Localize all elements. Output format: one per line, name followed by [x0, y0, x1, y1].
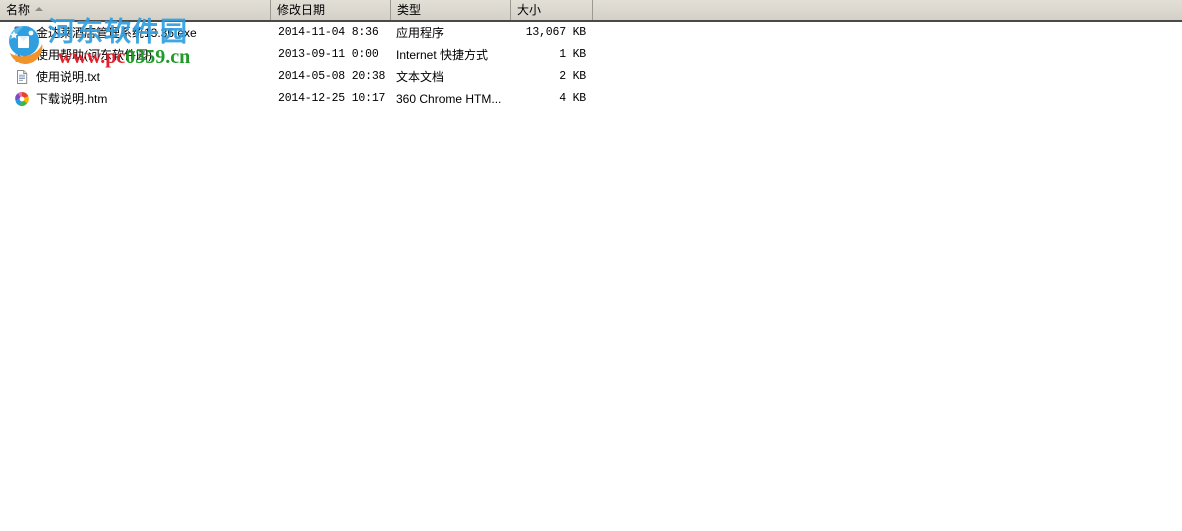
table-row[interactable]: 使用帮助(河东软件园) 2013-09-11 0:00 Internet 快捷方…	[0, 44, 1182, 66]
file-rows: 金达莱酒店管理系统13.36.exe 2014-11-04 8:36 应用程序 …	[0, 22, 1182, 110]
file-date-cell: 2014-11-04 8:36	[278, 26, 379, 39]
file-name-label: 下载说明.htm	[36, 92, 108, 106]
column-header-date[interactable]: 修改日期	[270, 0, 390, 20]
file-name-cell[interactable]: 下载说明.htm	[14, 88, 270, 110]
file-name-cell[interactable]: 使用说明.txt	[14, 66, 270, 88]
file-type-cell: 360 Chrome HTM...	[396, 92, 502, 106]
internet-shortcut-icon	[14, 47, 30, 63]
file-name-label: 使用帮助(河东软件园)	[36, 48, 152, 62]
file-name-cell[interactable]: 使用帮助(河东软件园)	[14, 44, 270, 66]
column-header-size[interactable]: 大小	[510, 0, 592, 20]
column-header-type-label: 类型	[397, 3, 422, 17]
file-type-cell: 文本文档	[396, 70, 445, 84]
column-header-type[interactable]: 类型	[390, 0, 510, 20]
file-size-cell: 4 KB	[559, 92, 586, 105]
sort-ascending-icon	[35, 7, 44, 11]
file-date-cell: 2013-09-11 0:00	[278, 48, 379, 61]
column-header-size-label: 大小	[517, 3, 542, 17]
file-type-cell: Internet 快捷方式	[396, 48, 489, 62]
table-row[interactable]: 下载说明.htm 2014-12-25 10:17 360 Chrome HTM…	[0, 88, 1182, 110]
file-date-cell: 2014-12-25 10:17	[278, 92, 386, 105]
column-header-date-label: 修改日期	[277, 3, 326, 17]
table-row[interactable]: 使用说明.txt 2014-05-08 20:38 文本文档 2 KB	[0, 66, 1182, 88]
column-header-filler	[592, 0, 1182, 20]
file-date-cell: 2014-05-08 20:38	[278, 70, 386, 83]
file-name-cell[interactable]: 金达莱酒店管理系统13.36.exe	[14, 22, 270, 44]
file-size-cell: 1 KB	[559, 48, 586, 61]
file-type-cell: 应用程序	[396, 26, 445, 40]
table-row[interactable]: 金达莱酒店管理系统13.36.exe 2014-11-04 8:36 应用程序 …	[0, 22, 1182, 44]
column-header-name[interactable]: 名称	[0, 0, 270, 20]
text-document-icon	[14, 69, 30, 85]
application-exe-icon	[14, 25, 30, 41]
file-list-view: 名称 修改日期 类型 大小 金达莱酒店管理系统13.36.exe 2014-11…	[0, 0, 1182, 531]
column-header-name-label: 名称	[6, 3, 31, 17]
file-size-cell: 2 KB	[559, 70, 586, 83]
file-size-cell: 13,067 KB	[525, 26, 586, 39]
file-name-label: 金达莱酒店管理系统13.36.exe	[36, 26, 197, 40]
chrome-html-icon	[14, 91, 30, 107]
file-name-label: 使用说明.txt	[36, 70, 101, 84]
column-header-bar: 名称 修改日期 类型 大小	[0, 0, 1182, 22]
